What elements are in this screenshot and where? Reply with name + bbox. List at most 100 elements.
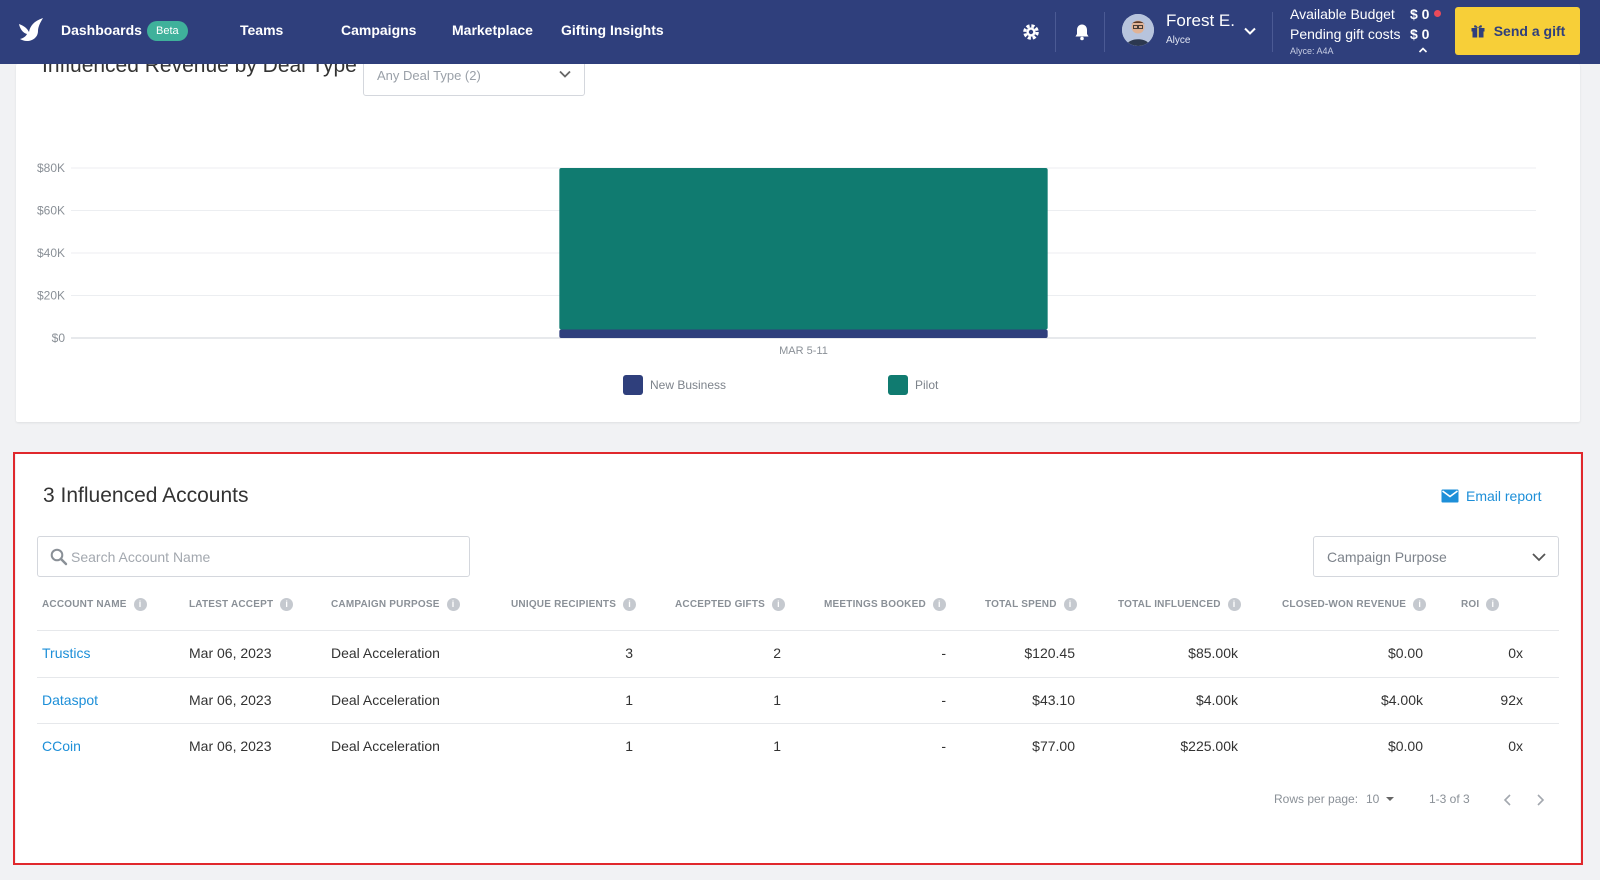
nav-divider <box>1055 12 1056 52</box>
column-label: TOTAL SPEND <box>985 599 1057 610</box>
campaign-purpose-cell: Deal Acceleration <box>331 692 440 708</box>
total-influenced-cell: $85.00k <box>1188 645 1238 661</box>
table-row[interactable]: Dataspot Mar 06, 2023 Deal Acceleration … <box>37 677 1559 723</box>
y-tick-label: $0 <box>52 331 66 345</box>
campaign-purpose-select[interactable]: Campaign Purpose <box>1313 536 1559 577</box>
column-header-closed-won-revenue[interactable]: CLOSED-WON REVENUE i <box>1282 598 1427 611</box>
unique-recipients-cell: 1 <box>625 738 633 754</box>
nav-divider <box>1272 12 1273 52</box>
chevron-up-icon[interactable] <box>1418 46 1428 54</box>
chevron-right-icon[interactable] <box>1534 793 1546 807</box>
bell-icon[interactable] <box>1072 22 1092 42</box>
nav-gifting-insights[interactable]: Gifting Insights <box>561 22 664 38</box>
total-spend-cell: $43.10 <box>1032 692 1075 708</box>
account-name-link[interactable]: CCoin <box>42 738 81 754</box>
latest-accept-cell: Mar 06, 2023 <box>189 645 272 661</box>
nav-campaigns[interactable]: Campaigns <box>341 22 416 38</box>
x-tick-label: MAR 5-11 <box>779 345 828 357</box>
latest-accept-cell: Mar 06, 2023 <box>189 692 272 708</box>
info-icon[interactable]: i <box>1227 598 1241 611</box>
campaign-purpose-cell: Deal Acceleration <box>331 645 440 661</box>
total-spend-cell: $77.00 <box>1032 738 1075 754</box>
column-header-accepted-gifts[interactable]: ACCEPTED GIFTS i <box>675 598 786 611</box>
roi-cell: 0x <box>1508 645 1523 661</box>
closed-won-revenue-cell: $0.00 <box>1387 738 1423 754</box>
column-label: UNIQUE RECIPIENTS <box>511 599 617 610</box>
account-name-link[interactable]: Trustics <box>42 645 90 661</box>
nav-marketplace[interactable]: Marketplace <box>452 22 533 38</box>
info-icon[interactable]: i <box>1486 598 1500 611</box>
table-row[interactable]: Trustics Mar 06, 2023 Deal Acceleration … <box>37 630 1559 676</box>
meetings-booked-cell: - <box>941 738 946 754</box>
column-header-meetings-booked[interactable]: MEETINGS BOOKED i <box>824 598 946 611</box>
column-header-total-spend[interactable]: TOTAL SPEND i <box>985 598 1077 611</box>
chevron-left-icon[interactable] <box>1502 793 1514 807</box>
rows-per-page-select[interactable]: 10 <box>1366 792 1395 806</box>
column-label: LATEST ACCEPT <box>189 599 274 610</box>
info-icon[interactable]: i <box>1413 598 1427 611</box>
user-org: Alyce <box>1166 35 1191 46</box>
column-header-roi[interactable]: ROI i <box>1461 598 1500 611</box>
info-icon[interactable]: i <box>623 598 637 611</box>
pending-costs-value: $ 0 <box>1410 26 1430 42</box>
chevron-down-icon[interactable] <box>1243 24 1257 38</box>
column-label: MEETINGS BOOKED <box>824 599 926 610</box>
gift-icon <box>1471 25 1485 38</box>
nav-dashboards[interactable]: Dashboards <box>61 22 142 38</box>
account-name-link[interactable]: Dataspot <box>42 692 98 708</box>
column-header-account-name[interactable]: ACCOUNT NAME i <box>42 598 147 611</box>
send-gift-button[interactable]: Send a gift <box>1455 7 1580 55</box>
y-tick-label: $60K <box>37 204 65 218</box>
accepted-gifts-cell: 1 <box>773 692 781 708</box>
column-header-campaign-purpose[interactable]: CAMPAIGN PURPOSE i <box>331 598 460 611</box>
avatar[interactable] <box>1122 14 1154 46</box>
total-influenced-cell: $4.00k <box>1195 692 1238 708</box>
legend-swatch <box>888 375 908 395</box>
column-header-total-influenced[interactable]: TOTAL INFLUENCED i <box>1118 598 1241 611</box>
available-budget-value: $ 0 <box>1410 6 1430 22</box>
chevron-down-icon <box>1532 553 1546 562</box>
account-search[interactable] <box>37 536 470 577</box>
info-icon[interactable]: i <box>772 598 786 611</box>
roi-cell: 0x <box>1508 738 1523 754</box>
info-icon[interactable]: i <box>932 598 946 611</box>
email-report-label: Email report <box>1466 488 1542 504</box>
roi-cell: 92x <box>1500 692 1523 708</box>
info-icon[interactable]: i <box>1063 598 1077 611</box>
column-header-unique-recipients[interactable]: UNIQUE RECIPIENTS i <box>511 598 637 611</box>
send-gift-label: Send a gift <box>1493 23 1566 39</box>
legend-swatch <box>623 375 643 395</box>
email-report-button[interactable]: Email report <box>1441 488 1541 504</box>
search-input[interactable] <box>71 537 461 576</box>
revenue-chart: $0 $20K $40K $60K $80K MAR 5-11 New Business Pi… <box>37 161 1536 395</box>
user-avatar-icon <box>1122 14 1154 46</box>
campaign-purpose-cell: Deal Acceleration <box>331 738 440 754</box>
nav-divider <box>1104 12 1105 52</box>
column-label: ACCEPTED GIFTS <box>675 599 766 610</box>
accounts-title: 3 Influenced Accounts <box>43 484 249 507</box>
legend-label: New Business <box>650 378 726 392</box>
column-header-latest-accept[interactable]: LATEST ACCEPT i <box>189 598 294 611</box>
nav-teams[interactable]: Teams <box>240 22 283 38</box>
table-row[interactable]: CCoin Mar 06, 2023 Deal Acceleration 1 1… <box>37 723 1559 769</box>
column-label: TOTAL INFLUENCED <box>1118 599 1221 610</box>
campaign-purpose-select-value: Campaign Purpose <box>1327 549 1447 565</box>
column-label: CLOSED-WON REVENUE <box>1282 599 1407 610</box>
accepted-gifts-cell: 2 <box>773 645 781 661</box>
gear-icon[interactable] <box>1021 22 1041 42</box>
pagination-range: 1-3 of 3 <box>1429 792 1470 806</box>
total-spend-cell: $120.45 <box>1024 645 1075 661</box>
pending-costs-label: Pending gift costs <box>1290 26 1401 42</box>
top-nav: Dashboards Beta Teams Campaigns Marketpl… <box>0 0 1600 64</box>
user-name[interactable]: Forest E. <box>1166 11 1235 31</box>
rows-per-page-label: Rows per page: <box>1274 792 1359 806</box>
info-icon[interactable]: i <box>280 598 294 611</box>
column-label: CAMPAIGN PURPOSE <box>331 599 440 610</box>
bar-segment <box>559 329 1048 338</box>
info-icon[interactable]: i <box>133 598 147 611</box>
info-icon[interactable]: i <box>446 598 460 611</box>
envelope-icon <box>1441 489 1459 503</box>
beta-badge: Beta <box>147 21 188 41</box>
alyce-logo-icon[interactable] <box>16 14 48 46</box>
meetings-booked-cell: - <box>941 645 946 661</box>
